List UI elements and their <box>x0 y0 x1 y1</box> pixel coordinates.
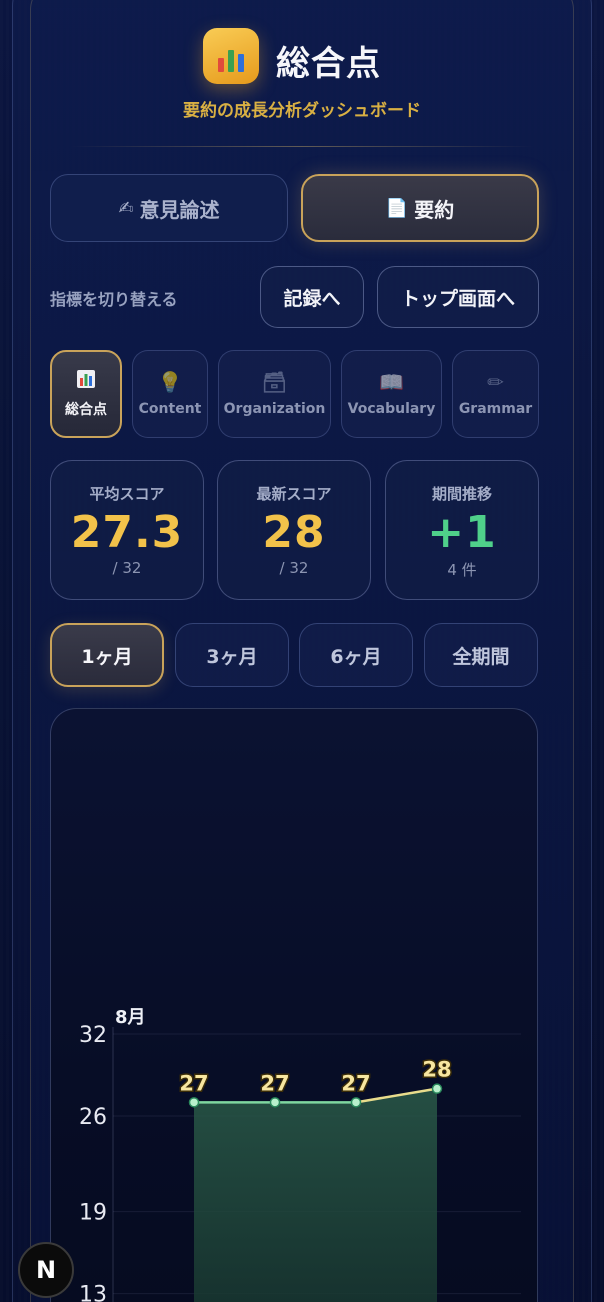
document-icon: 📄 <box>385 197 409 219</box>
data-label: 27 <box>341 1071 370 1095</box>
tab-summary-label: 要約 <box>414 197 455 222</box>
tab-opinion-label: 意見論述 <box>139 197 220 222</box>
metric-tab-total[interactable]: 総合点 <box>50 350 122 438</box>
book-icon: 📖 <box>379 370 404 394</box>
average-score-value: 27.3 <box>70 507 184 558</box>
bar-chart-icon <box>203 28 259 84</box>
trend-card: 期間推移 +1 4 件 <box>385 460 539 600</box>
metric-tab-grammar[interactable]: ✏ Grammar <box>452 350 539 438</box>
y-tick-label: 13 <box>79 1283 107 1302</box>
tab-summary[interactable]: 📄 要約 <box>301 174 539 242</box>
y-tick-label: 32 <box>79 1023 107 1048</box>
area-fill <box>194 1088 437 1302</box>
latest-score-card: 最新スコア 28 / 32 <box>217 460 371 600</box>
latest-score-label: 最新スコア <box>256 485 332 503</box>
page-title: 総合点 <box>276 44 381 84</box>
period-3-months[interactable]: 3ヶ月 <box>175 623 289 687</box>
average-score-max: / 32 <box>112 559 142 577</box>
tab-opinion[interactable]: ✍ 意見論述 <box>50 174 288 242</box>
period-1-month[interactable]: 1ヶ月 <box>50 623 164 687</box>
latest-score-value: 28 <box>262 507 326 558</box>
trend-count: 4 件 <box>447 561 477 579</box>
average-score-card: 平均スコア 27.3 / 32 <box>50 460 204 600</box>
top-screen-button[interactable]: トップ画面へ <box>377 266 539 328</box>
next-devtools-badge[interactable]: N <box>18 1242 74 1298</box>
metric-tab-organization[interactable]: 🗃 Organization <box>218 350 331 438</box>
data-label: 27 <box>179 1071 208 1095</box>
metric-switch-label: 指標を切り替える <box>50 290 178 309</box>
data-point[interactable] <box>188 1097 200 1108</box>
header-divider <box>70 146 534 147</box>
pencil-icon: ✏ <box>487 370 504 394</box>
page-subtitle: 要約の成長分析ダッシュボード <box>183 101 421 121</box>
lightbulb-icon: 💡 <box>157 370 183 394</box>
metric-tab-label: 総合点 <box>65 402 107 418</box>
data-label: 28 <box>422 1058 451 1082</box>
period-6-months[interactable]: 6ヶ月 <box>299 623 413 687</box>
bar-chart-icon <box>76 369 96 391</box>
y-tick-label: 19 <box>79 1201 107 1226</box>
writing-hand-icon: ✍ <box>118 197 134 219</box>
score-chart: 32 26 19 13 27 27 27 28 8月 <box>79 1007 521 1302</box>
metric-tab-label: Organization <box>223 401 326 417</box>
metric-tab-label: Content <box>138 401 202 417</box>
trend-label: 期間推移 <box>431 485 492 503</box>
score-chart-panel: 32 26 19 13 27 27 27 28 8月 <box>50 708 538 1302</box>
dashboard-header: 総合点 要約の成長分析ダッシュボード <box>0 22 604 132</box>
latest-score-max: / 32 <box>279 559 309 577</box>
data-label: 27 <box>260 1071 289 1095</box>
metric-tab-content[interactable]: 💡 Content <box>132 350 208 438</box>
file-box-icon: 🗃 <box>261 370 288 394</box>
data-point[interactable] <box>269 1097 281 1108</box>
records-button[interactable]: 記録へ <box>260 266 364 328</box>
metric-tab-label: Grammar <box>458 401 533 417</box>
period-all[interactable]: 全期間 <box>424 623 538 687</box>
chart-month-label: 8月 <box>115 1007 146 1028</box>
y-tick-label: 26 <box>79 1105 107 1130</box>
metric-tab-vocabulary[interactable]: 📖 Vocabulary <box>341 350 442 438</box>
data-point[interactable] <box>431 1083 443 1094</box>
average-score-label: 平均スコア <box>89 485 165 503</box>
data-point[interactable] <box>350 1097 362 1108</box>
trend-value: +1 <box>427 507 497 558</box>
metric-tab-label: Vocabulary <box>347 401 436 417</box>
